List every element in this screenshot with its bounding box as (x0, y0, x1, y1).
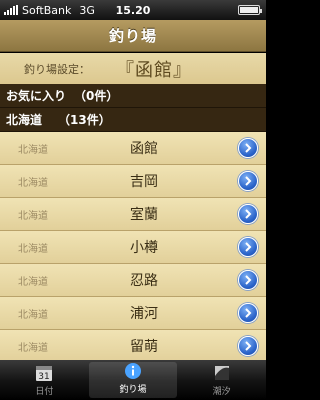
chevron-right-icon[interactable] (238, 138, 258, 158)
spot-name: 留萌 (130, 339, 158, 355)
spot-name: 忍路 (130, 273, 158, 289)
list-item[interactable]: 北海道 留萌 (0, 330, 266, 360)
list-item[interactable]: 北海道 室蘭 (0, 198, 266, 231)
tab-date[interactable]: 31 日付 (0, 360, 89, 400)
calendar-icon: 31 (36, 366, 53, 382)
section-label: お気に入り (6, 89, 67, 103)
spot-name: 小樽 (130, 240, 158, 256)
tab-label: 日付 (35, 387, 54, 397)
tab-label: 釣り場 (119, 385, 147, 395)
list-item[interactable]: 北海道 小樽 (0, 231, 266, 264)
setting-value: 『函館』 (116, 59, 192, 81)
tide-icon (214, 366, 229, 380)
section-count: （0件） (74, 89, 119, 103)
list-item[interactable]: 北海道 吉岡 (0, 165, 266, 198)
list-item[interactable]: 北海道 浦河 (0, 297, 266, 330)
status-bar: SoftBank 3G 15.20 (0, 0, 266, 20)
battery-icon (238, 5, 262, 15)
chevron-right-icon[interactable] (238, 336, 258, 356)
svg-text:31: 31 (39, 372, 50, 382)
info-icon (125, 363, 141, 379)
section-label: 北海道 (6, 113, 43, 127)
tab-fishing-spot[interactable]: 釣り場 (88, 362, 178, 398)
chevron-right-icon[interactable] (238, 270, 258, 290)
fishing-spot-setting: 釣り場設定： 『函館』 (0, 53, 266, 84)
tab-label: 潮汐 (212, 387, 231, 397)
list-item[interactable]: 北海道 函館 (0, 132, 266, 165)
status-time: 15.20 (115, 3, 151, 17)
section-count: （13件） (58, 113, 111, 127)
section-header-hokkaido: 北海道 （13件） (0, 108, 266, 132)
list-item[interactable]: 北海道 忍路 (0, 264, 266, 297)
chevron-right-icon[interactable] (238, 303, 258, 323)
spot-name: 浦河 (130, 306, 158, 322)
navigation-bar: 釣り場 (0, 20, 266, 52)
spot-name: 函館 (130, 141, 158, 157)
tab-tide[interactable]: 潮汐 (177, 360, 266, 400)
chevron-right-icon[interactable] (238, 171, 258, 191)
chevron-right-icon[interactable] (238, 204, 258, 224)
chevron-right-icon[interactable] (238, 237, 258, 257)
setting-label: 釣り場設定： (24, 62, 90, 76)
section-header-favorites: お気に入り （0件） (0, 84, 266, 108)
page-title: 釣り場 (108, 27, 157, 45)
spot-name: 室蘭 (130, 207, 158, 223)
spot-list: 北海道 函館 北海道 吉岡 北海道 室蘭 北海道 小樽 北海道 忍路 北海道 浦… (0, 132, 266, 360)
spot-name: 吉岡 (130, 174, 158, 190)
tab-bar: 31 日付 釣り場 潮汐 (0, 360, 266, 400)
